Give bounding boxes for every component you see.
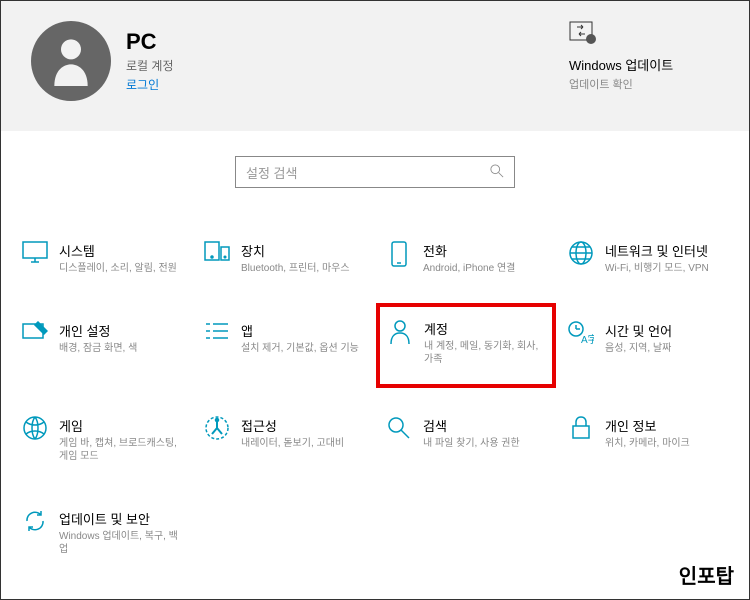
tile-title: 접근성 bbox=[241, 416, 344, 435]
update-icon bbox=[569, 21, 699, 50]
search-placeholder: 설정 검색 bbox=[246, 163, 297, 182]
tile-personalization[interactable]: 개인 설정 배경, 잠금 화면, 색 bbox=[16, 313, 188, 378]
user-block: PC 로컬 계정 로그인 bbox=[31, 21, 174, 101]
tile-desc: Windows 업데이트, 복구, 백업 bbox=[59, 530, 183, 556]
search-row: 설정 검색 bbox=[1, 131, 749, 213]
user-info: PC 로컬 계정 로그인 bbox=[126, 29, 174, 93]
tile-accounts[interactable]: 계정 내 계정, 메일, 동기화, 회사, 가족 bbox=[376, 303, 556, 388]
accessibility-icon bbox=[203, 416, 231, 444]
tile-ease-of-access[interactable]: 접근성 내레이터, 돋보기, 고대비 bbox=[198, 408, 370, 471]
tile-search[interactable]: 검색 내 파일 찾기, 사용 권한 bbox=[380, 408, 552, 471]
user-title: PC bbox=[126, 29, 174, 55]
watermark: 인포탑 bbox=[679, 560, 734, 589]
tile-devices[interactable]: 장치 Bluetooth, 프린터, 마우스 bbox=[198, 233, 370, 283]
tile-title: 네트워크 및 인터넷 bbox=[605, 241, 709, 260]
display-icon bbox=[21, 241, 49, 269]
tile-desc: 디스플레이, 소리, 알림, 전원 bbox=[59, 262, 177, 275]
tile-desc: Wi-Fi, 비행기 모드, VPN bbox=[605, 262, 709, 275]
tile-title: 전화 bbox=[423, 241, 515, 260]
tile-desc: Bluetooth, 프린터, 마우스 bbox=[241, 262, 350, 275]
tile-title: 시스템 bbox=[59, 241, 177, 260]
tile-title: 장치 bbox=[241, 241, 350, 260]
tile-apps[interactable]: 앱 설치 제거, 기본값, 옵션 기능 bbox=[198, 313, 370, 378]
windows-update-block[interactable]: Windows 업데이트 업데이트 확인 bbox=[569, 21, 699, 92]
sync-icon bbox=[21, 509, 49, 537]
update-sub: 업데이트 확인 bbox=[569, 76, 699, 92]
tile-desc: 설치 제거, 기본값, 옵션 기능 bbox=[241, 342, 359, 355]
tile-desc: Android, iPhone 연결 bbox=[423, 262, 515, 275]
tile-title: 계정 bbox=[424, 319, 546, 338]
signin-link[interactable]: 로그인 bbox=[126, 76, 174, 93]
tile-title: 업데이트 및 보안 bbox=[59, 509, 183, 528]
gaming-icon bbox=[21, 416, 49, 444]
svg-text:A字: A字 bbox=[581, 333, 594, 345]
tile-gaming[interactable]: 게임 게임 바, 캡쳐, 브로드캐스팅, 게임 모드 bbox=[16, 408, 188, 471]
tile-title: 개인 정보 bbox=[605, 416, 690, 435]
search-icon bbox=[490, 164, 504, 181]
apps-icon bbox=[203, 321, 231, 349]
settings-grid: 시스템 디스플레이, 소리, 알림, 전원 장치 Bluetooth, 프린터,… bbox=[1, 213, 749, 574]
tile-title: 개인 설정 bbox=[59, 321, 137, 340]
personalization-icon bbox=[21, 321, 49, 349]
header: PC 로컬 계정 로그인 Windows 업데이트 업데이트 확인 bbox=[1, 1, 749, 131]
search-input[interactable]: 설정 검색 bbox=[235, 156, 515, 188]
tile-system[interactable]: 시스템 디스플레이, 소리, 알림, 전원 bbox=[16, 233, 188, 283]
person-icon bbox=[386, 319, 414, 347]
tile-desc: 게임 바, 캡쳐, 브로드캐스팅, 게임 모드 bbox=[59, 437, 183, 463]
tile-network[interactable]: 네트워크 및 인터넷 Wi-Fi, 비행기 모드, VPN bbox=[562, 233, 734, 283]
tile-title: 검색 bbox=[423, 416, 520, 435]
user-account-type: 로컬 계정 bbox=[126, 57, 174, 74]
search-icon bbox=[385, 416, 413, 444]
globe-icon bbox=[567, 241, 595, 269]
tile-desc: 내레이터, 돋보기, 고대비 bbox=[241, 437, 344, 450]
lock-icon bbox=[567, 416, 595, 444]
tile-desc: 배경, 잠금 화면, 색 bbox=[59, 342, 137, 355]
tile-title: 앱 bbox=[241, 321, 359, 340]
devices-icon bbox=[203, 241, 231, 269]
avatar bbox=[31, 21, 111, 101]
tile-time-language[interactable]: A字 시간 및 언어 음성, 지역, 날짜 bbox=[562, 313, 734, 378]
update-title: Windows 업데이트 bbox=[569, 55, 699, 74]
tile-update-security[interactable]: 업데이트 및 보안 Windows 업데이트, 복구, 백업 bbox=[16, 501, 188, 564]
tile-desc: 내 계정, 메일, 동기화, 회사, 가족 bbox=[424, 340, 546, 366]
person-icon bbox=[51, 36, 91, 86]
phone-icon bbox=[385, 241, 413, 269]
tile-title: 게임 bbox=[59, 416, 183, 435]
time-language-icon: A字 bbox=[567, 321, 595, 349]
tile-desc: 내 파일 찾기, 사용 권한 bbox=[423, 437, 520, 450]
tile-desc: 위치, 카메라, 마이크 bbox=[605, 437, 690, 450]
tile-phone[interactable]: 전화 Android, iPhone 연결 bbox=[380, 233, 552, 283]
tile-title: 시간 및 언어 bbox=[605, 321, 672, 340]
tile-desc: 음성, 지역, 날짜 bbox=[605, 342, 672, 355]
tile-privacy[interactable]: 개인 정보 위치, 카메라, 마이크 bbox=[562, 408, 734, 471]
